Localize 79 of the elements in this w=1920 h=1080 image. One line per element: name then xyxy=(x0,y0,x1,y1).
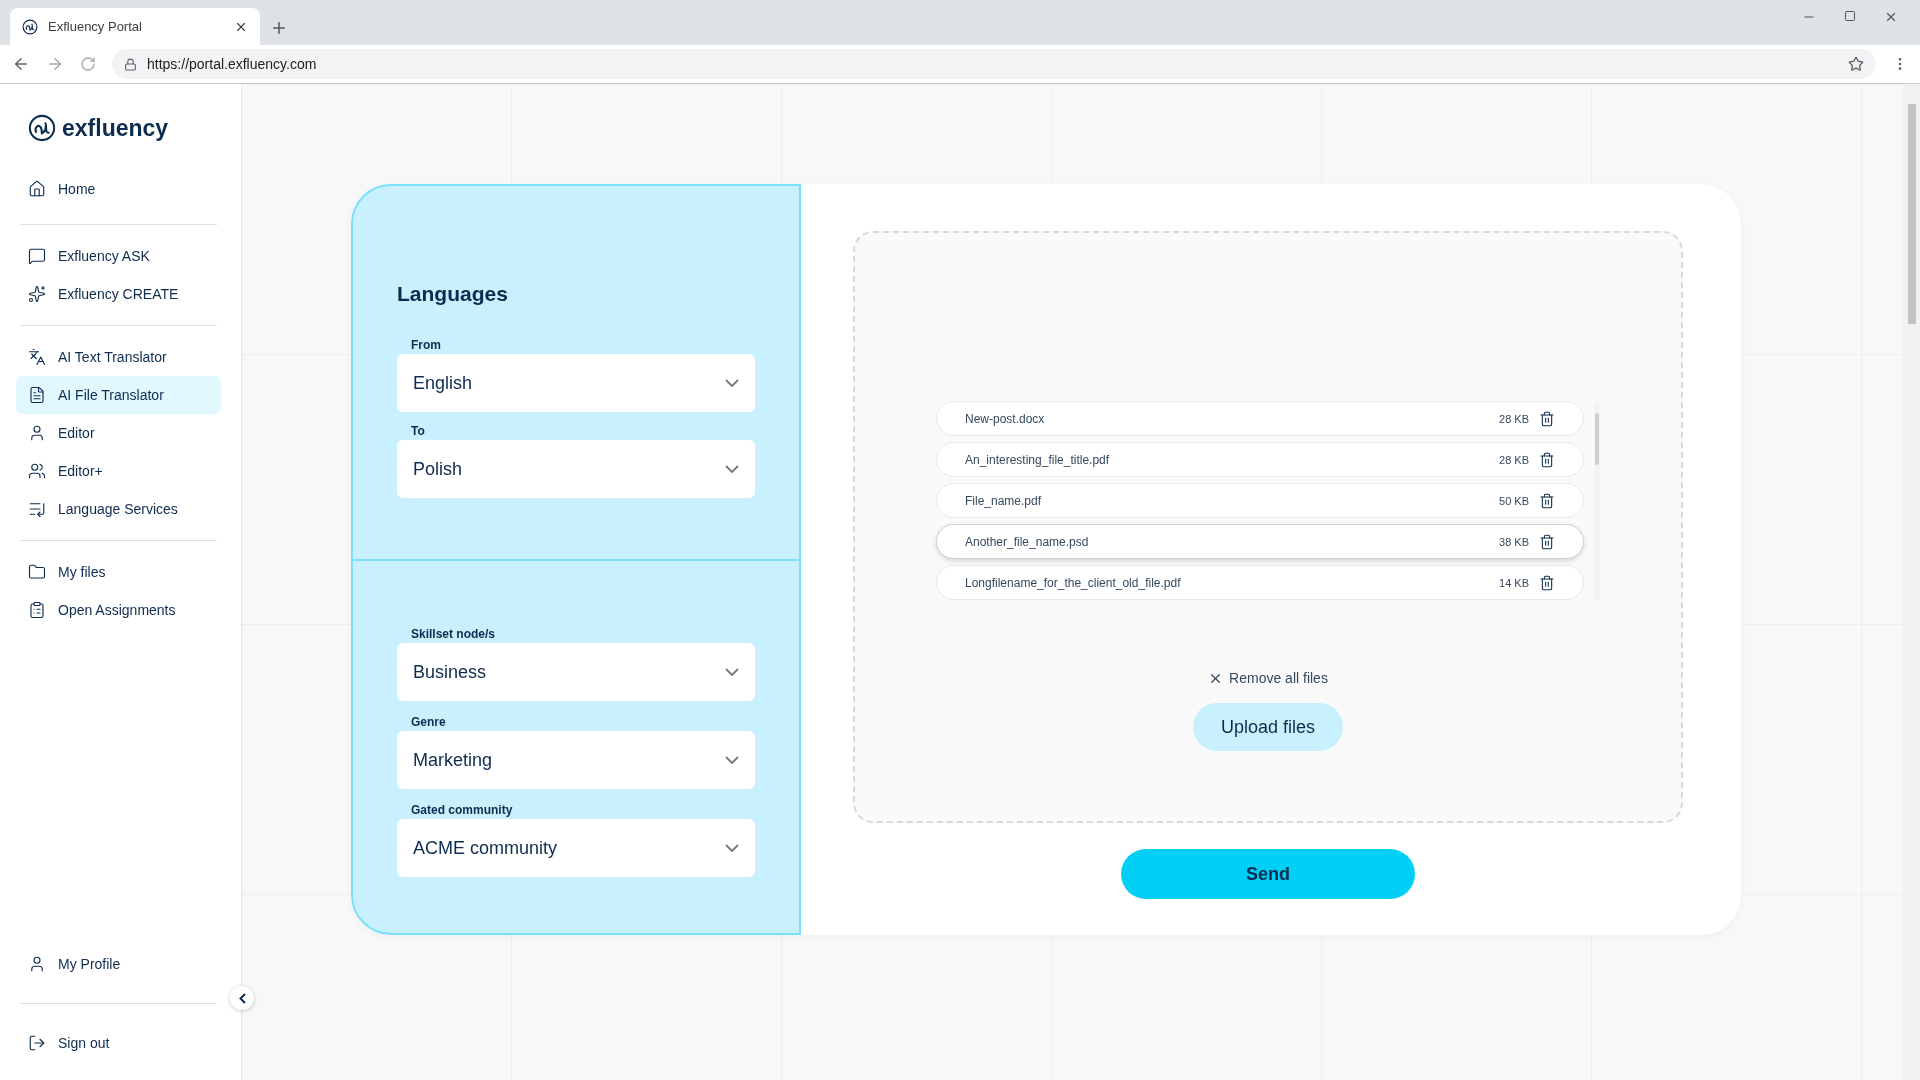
dropdown[interactable]: Marketing xyxy=(397,731,755,789)
section-heading: Languages xyxy=(397,282,509,306)
new-tab-icon[interactable] xyxy=(270,19,288,37)
chevron-down-icon xyxy=(725,465,739,473)
lock-icon xyxy=(124,57,137,71)
sidebar-item[interactable]: Editor+ xyxy=(16,452,221,490)
upload-button[interactable]: Upload files xyxy=(1193,703,1343,751)
file-size: 38 KB xyxy=(1499,535,1529,548)
dropdown[interactable]: Business xyxy=(397,643,755,701)
field-label: Genre xyxy=(411,715,447,729)
translate-icon xyxy=(28,348,46,366)
dropdown[interactable]: English xyxy=(397,354,755,412)
file-row[interactable]: An_interesting_file_title.pdf 28 KB xyxy=(936,442,1584,477)
dropdown[interactable]: Polish xyxy=(397,440,755,498)
field-label: To xyxy=(411,424,426,438)
chevron-left-icon xyxy=(238,992,246,1004)
document-icon xyxy=(28,386,46,404)
file-name: New-post.docx xyxy=(965,411,1046,426)
file-row[interactable]: Longfilename_for_the_client_old_file.pdf 14 KB xyxy=(936,565,1584,600)
bookmark-star-icon[interactable] xyxy=(1848,56,1864,72)
trash-icon[interactable] xyxy=(1539,574,1555,591)
field-label: Skillset node/s xyxy=(411,627,497,641)
list-icon xyxy=(28,500,46,518)
trash-icon[interactable] xyxy=(1539,410,1555,427)
collapse-button[interactable] xyxy=(230,986,254,1010)
sign-out-icon xyxy=(28,1034,46,1052)
scrollbar[interactable] xyxy=(1594,401,1600,601)
sparkles-icon xyxy=(28,285,46,303)
dropdown[interactable]: ACME community xyxy=(397,819,755,877)
trash-icon[interactable] xyxy=(1539,533,1555,550)
file-row[interactable]: Another_file_name.psd 38 KB xyxy=(936,524,1584,559)
chevron-down-icon xyxy=(725,756,739,764)
sidebar-item[interactable]: Exfluency ASK xyxy=(16,237,221,275)
file-size: 28 KB xyxy=(1499,453,1529,466)
maximize-icon[interactable] xyxy=(1844,10,1856,22)
field-label: From xyxy=(411,338,442,352)
sidebar-item[interactable]: Open Assignments xyxy=(16,591,221,629)
logo-text: exfluency xyxy=(62,114,169,142)
send-button[interactable]: Send xyxy=(1121,849,1415,899)
users-icon xyxy=(28,462,46,480)
address-bar[interactable]: https://portal.exfluency.com xyxy=(112,49,1876,79)
sidebar-item[interactable]: Exfluency CREATE xyxy=(16,275,221,313)
file-row[interactable]: New-post.docx 28 KB xyxy=(936,401,1584,436)
file-size: 50 KB xyxy=(1499,494,1529,507)
chevron-down-icon xyxy=(725,668,739,676)
chevron-down-icon xyxy=(725,844,739,852)
scrollbar[interactable] xyxy=(1903,84,1920,1080)
file-row[interactable]: File_name.pdf 50 KB xyxy=(936,483,1584,518)
trash-icon[interactable] xyxy=(1539,492,1555,509)
sidebar-item[interactable]: AI File Translator xyxy=(16,376,221,414)
sidebar-item[interactable]: Home xyxy=(16,170,221,208)
sidebar-item[interactable]: AI Text Translator xyxy=(16,338,221,376)
sidebar-item[interactable]: Editor xyxy=(16,414,221,452)
chevron-down-icon xyxy=(725,379,739,387)
file-name: File_name.pdf xyxy=(965,493,1043,508)
remove-all-button[interactable]: Remove all files xyxy=(1202,669,1334,687)
sidebar-item[interactable]: My Profile xyxy=(16,945,221,983)
chat-icon xyxy=(28,247,46,265)
file-size: 28 KB xyxy=(1499,412,1529,425)
trash-icon[interactable] xyxy=(1539,451,1555,468)
folder-icon xyxy=(28,563,46,581)
user-icon xyxy=(28,955,46,973)
sidebar-item[interactable]: Language Services xyxy=(16,490,221,528)
file-name: An_interesting_file_title.pdf xyxy=(965,452,1111,467)
clipboard-icon xyxy=(28,601,46,619)
file-name: Another_file_name.psd xyxy=(965,534,1090,549)
file-name: Longfilename_for_the_client_old_file.pdf xyxy=(965,575,1182,590)
sidebar-item[interactable]: Sign out xyxy=(16,1024,221,1062)
logo-icon xyxy=(28,114,56,142)
close-icon[interactable] xyxy=(1884,10,1898,24)
file-size: 14 KB xyxy=(1499,576,1529,589)
logo-icon xyxy=(22,18,38,35)
user-icon xyxy=(28,424,46,442)
sidebar-item[interactable]: My files xyxy=(16,553,221,591)
drop-zone[interactable]: New-post.docx 28 KB An_interesting_file_title.pdf 28 KB File_name.pdf 50 KB Another_file_name.psd 38 KB Longfilename_for_the_client_old_file.pdf 14 KB Remove all files Upload files xyxy=(853,231,1683,823)
browser-tab[interactable]: Exfluency Portal xyxy=(10,8,260,45)
back-icon[interactable] xyxy=(12,55,30,73)
home-icon xyxy=(28,180,46,198)
field-label: Gated community xyxy=(411,803,514,817)
